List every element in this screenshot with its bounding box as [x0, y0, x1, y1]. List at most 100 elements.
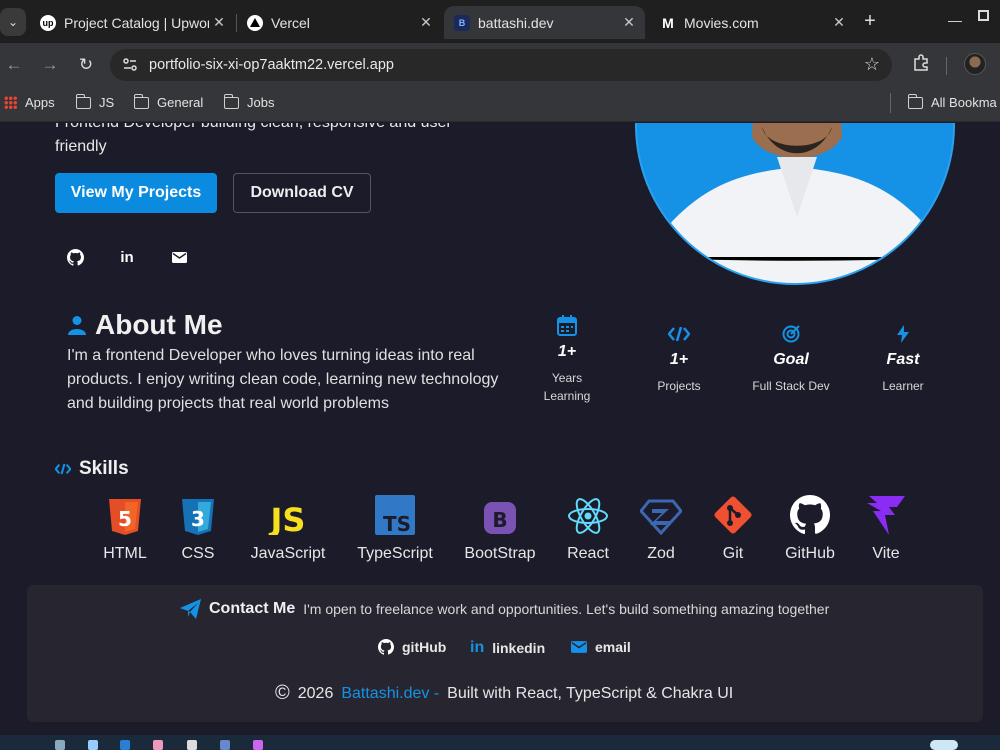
github-icon — [780, 491, 840, 535]
folder-icon — [223, 93, 239, 109]
svg-text:3: 3 — [191, 507, 205, 531]
bolt-icon — [848, 325, 958, 343]
github-icon[interactable] — [66, 248, 84, 266]
skills-heading: Skills — [55, 458, 129, 480]
skill-css: 3 CSS — [176, 491, 220, 563]
close-tab-icon[interactable]: ✕ — [829, 14, 849, 31]
skill-git: Git — [711, 491, 755, 563]
html5-icon: 5 — [99, 491, 151, 535]
os-taskbar — [0, 735, 1000, 750]
system-tray[interactable] — [930, 740, 958, 750]
profile-avatar[interactable] — [964, 53, 986, 75]
bookmark-apps[interactable]: Apps — [4, 95, 55, 110]
site-info-icon[interactable] — [122, 57, 138, 73]
tab-movies[interactable]: M Movies.com ✕ — [650, 6, 855, 39]
browser-toolbar: ← → ↻ portfolio-six-xi-op7aaktm22.vercel… — [0, 43, 1000, 87]
bookmark-general[interactable]: General — [133, 93, 203, 110]
svg-text:B: B — [492, 508, 507, 532]
vercel-icon — [247, 14, 263, 31]
new-tab-button[interactable]: + — [860, 10, 880, 33]
javascript-icon: JS — [246, 491, 330, 535]
target-icon — [736, 325, 846, 343]
close-tab-icon[interactable]: ✕ — [619, 14, 639, 31]
calendar-icon — [512, 315, 622, 337]
tab-upwork[interactable]: up Project Catalog | Upwork ✕ — [30, 6, 235, 39]
movies-icon: M — [662, 14, 674, 31]
forward-button[interactable]: → — [40, 55, 60, 75]
app-icon[interactable] — [253, 740, 263, 750]
portfolio-page: Frontend Developer building clean, respo… — [0, 123, 1000, 735]
code-icon — [624, 327, 734, 341]
skill-typescript: TS TypeScript — [355, 491, 435, 563]
about-heading: About Me — [67, 309, 223, 341]
bookmarks-bar: Apps JS General Jobs All Bookma — [0, 87, 1000, 122]
svg-text:JS: JS — [269, 501, 306, 535]
profile-photo — [635, 123, 955, 285]
minimize-button[interactable]: — — [948, 12, 962, 28]
email-icon[interactable] — [170, 248, 188, 266]
email-icon — [571, 641, 587, 653]
css3-icon: 3 — [176, 491, 220, 535]
stat-years: 1+ Years Learning — [512, 315, 622, 405]
download-cv-button[interactable]: Download CV — [233, 173, 371, 213]
zod-icon — [638, 491, 684, 535]
code-icon — [55, 463, 71, 475]
contact-email-link[interactable]: email — [571, 639, 631, 655]
linkedin-icon: in — [470, 639, 485, 656]
vscode-icon[interactable] — [120, 740, 130, 750]
footer: © 2026 Battashi.dev - Built with React, … — [275, 682, 734, 704]
stat-projects: 1+ Projects — [624, 327, 734, 395]
view-projects-button[interactable]: View My Projects — [55, 173, 217, 213]
brand-link[interactable]: Battashi.dev - — [341, 685, 439, 703]
skill-javascript: JS JavaScript — [246, 491, 330, 563]
upwork-icon: up — [40, 14, 56, 31]
linkedin-icon[interactable]: in — [118, 248, 136, 266]
app-icon[interactable] — [88, 740, 98, 750]
battashi-favicon-icon: B — [454, 14, 470, 31]
address-bar[interactable]: portfolio-six-xi-op7aaktm22.vercel.app ☆ — [110, 49, 892, 81]
app-icon[interactable] — [55, 740, 65, 750]
contact-linkedin-link[interactable]: in linkedin — [470, 639, 545, 657]
typescript-icon: TS — [355, 491, 435, 535]
all-bookmarks[interactable]: All Bookma — [907, 93, 997, 110]
contact-section: Contact Me I'm open to freelance work an… — [27, 585, 983, 722]
skill-vite: Vite — [864, 491, 908, 563]
chrome-icon[interactable] — [153, 740, 163, 750]
app-icon[interactable] — [220, 740, 230, 750]
bookmark-js[interactable]: JS — [75, 93, 114, 110]
send-icon — [180, 599, 201, 619]
contact-heading: Contact Me I'm open to freelance work an… — [180, 599, 829, 619]
reload-button[interactable]: ↻ — [76, 55, 96, 75]
skill-github: GitHub — [780, 491, 840, 563]
git-icon — [711, 491, 755, 535]
skill-react: React — [563, 491, 613, 563]
tab-battashi[interactable]: B battashi.dev ✕ — [444, 6, 645, 39]
react-icon — [563, 491, 613, 535]
copyright-icon: © — [275, 682, 290, 704]
contact-github-link[interactable]: gitHub — [378, 639, 446, 655]
skill-bootstrap: B BootStrap — [460, 491, 540, 563]
folder-icon — [907, 93, 923, 109]
back-button[interactable]: ← — [4, 55, 24, 75]
close-tab-icon[interactable]: ✕ — [209, 14, 229, 31]
browser-tab-bar: ⌄ up Project Catalog | Upwork ✕ Vercel ✕… — [0, 0, 1000, 43]
tab-search-button[interactable]: ⌄ — [0, 8, 26, 36]
apps-grid-icon — [4, 96, 17, 109]
folder-icon — [75, 93, 91, 109]
svg-text:TS: TS — [383, 512, 411, 535]
bookmark-star-icon[interactable]: ☆ — [864, 54, 880, 75]
svg-text:5: 5 — [118, 507, 132, 531]
vite-icon — [864, 491, 908, 535]
extensions-icon[interactable] — [912, 53, 930, 71]
skill-zod: Zod — [638, 491, 684, 563]
tab-vercel[interactable]: Vercel ✕ — [237, 6, 442, 39]
hero-intro-text: Frontend Developer building clean, respo… — [55, 123, 452, 155]
stat-fast: Fast Learner — [848, 325, 958, 395]
maximize-button[interactable] — [978, 10, 989, 21]
about-text: I'm a frontend Developer who loves turni… — [67, 347, 499, 412]
app-icon[interactable] — [187, 740, 197, 750]
close-tab-icon[interactable]: ✕ — [416, 14, 436, 31]
folder-icon — [133, 93, 149, 109]
bookmark-jobs[interactable]: Jobs — [223, 93, 274, 110]
url-text: portfolio-six-xi-op7aaktm22.vercel.app — [149, 57, 394, 73]
